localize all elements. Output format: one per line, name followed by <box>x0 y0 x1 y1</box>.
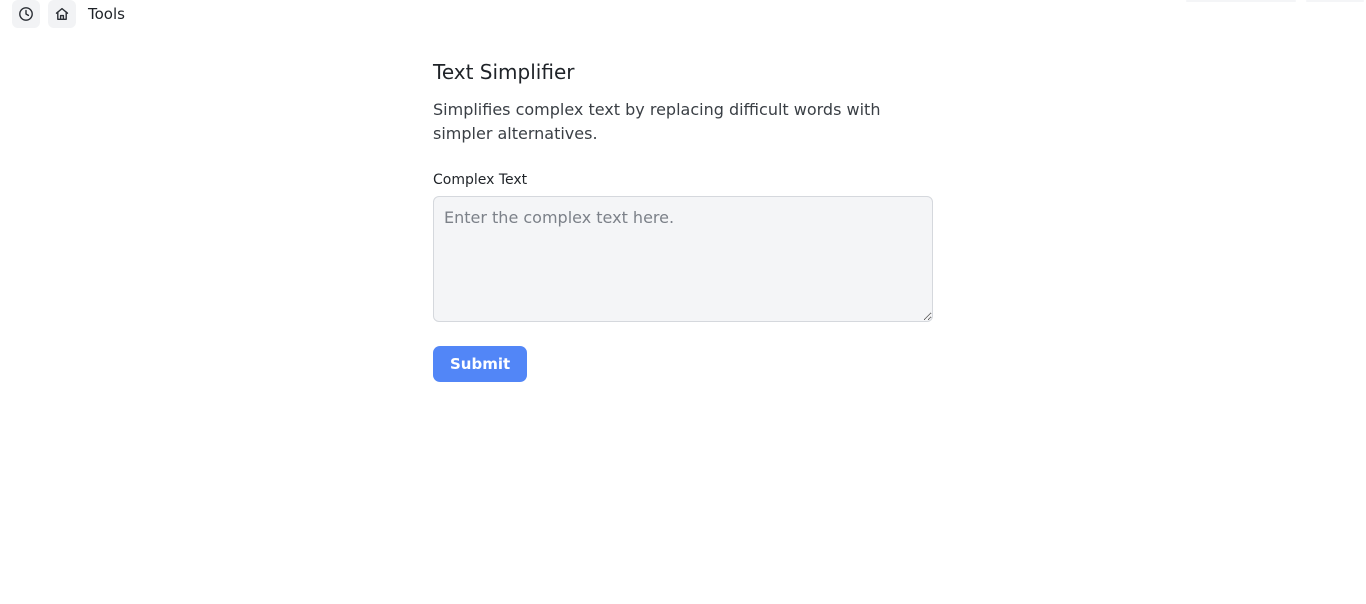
tool-panel: Text Simplifier Simplifies complex text … <box>433 58 933 382</box>
top-right-placeholder <box>1186 0 1296 2</box>
top-right-placeholder-small <box>1306 0 1364 2</box>
top-bar: Tools <box>0 0 1366 28</box>
history-button[interactable] <box>12 0 40 28</box>
page-description: Simplifies complex text by replacing dif… <box>433 100 881 143</box>
tools-link[interactable]: Tools <box>88 4 125 24</box>
home-button[interactable] <box>48 0 76 28</box>
page-title: Text Simplifier <box>433 60 575 84</box>
complex-text-label: Complex Text <box>433 172 528 188</box>
clock-icon <box>19 7 33 21</box>
complex-text-input[interactable] <box>433 196 933 322</box>
submit-button[interactable]: Submit <box>433 346 528 382</box>
home-icon <box>55 7 69 20</box>
